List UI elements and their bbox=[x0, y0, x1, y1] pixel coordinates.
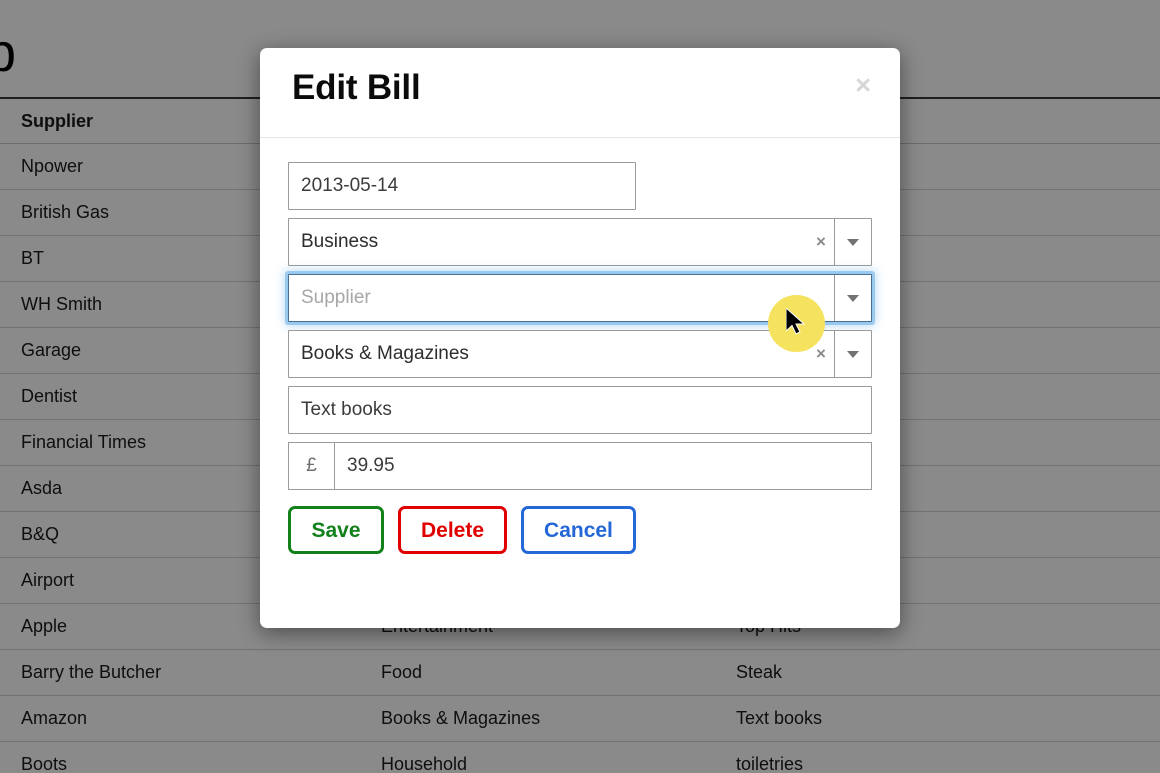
currency-symbol: £ bbox=[289, 443, 335, 489]
category-field-row: Books & Magazines × bbox=[288, 330, 872, 378]
account-field-row: Business × bbox=[288, 218, 872, 266]
cell-description: toiletries bbox=[715, 741, 1160, 773]
supplier-select-value[interactable]: Supplier bbox=[289, 275, 834, 321]
cell-supplier: Amazon bbox=[0, 695, 360, 742]
cell-description: Steak bbox=[715, 649, 1160, 696]
cell-description: Text books bbox=[715, 695, 1160, 742]
modal-actions: Save Delete Cancel bbox=[288, 506, 872, 554]
cell-supplier: Boots bbox=[0, 741, 360, 773]
amount-input[interactable] bbox=[335, 443, 871, 489]
amount-field-row: £ bbox=[288, 442, 872, 490]
account-select-value[interactable]: Business bbox=[289, 219, 808, 265]
screen: p Supplier Category Description NpowerUt… bbox=[0, 0, 1160, 773]
supplier-select[interactable]: Supplier bbox=[288, 274, 872, 322]
cell-category: Household bbox=[360, 741, 715, 773]
account-chevron-down-icon[interactable] bbox=[834, 219, 871, 265]
cell-supplier: Barry the Butcher bbox=[0, 649, 360, 696]
amount-input-group: £ bbox=[288, 442, 872, 490]
table-row[interactable]: Barry the Butcher Food Steak bbox=[0, 649, 1160, 696]
cell-category: Books & Magazines bbox=[360, 695, 715, 742]
table-row[interactable]: Boots Household toiletries bbox=[0, 741, 1160, 773]
date-field-row bbox=[288, 162, 872, 210]
supplier-field-row: Supplier bbox=[288, 274, 872, 322]
category-clear-icon[interactable]: × bbox=[808, 331, 834, 377]
account-clear-icon[interactable]: × bbox=[808, 219, 834, 265]
modal-body: Business × Supplier Books & Magazines × bbox=[260, 138, 900, 554]
description-field-row bbox=[288, 386, 872, 434]
edit-bill-modal: Edit Bill × Business × Supplier bbox=[260, 48, 900, 628]
supplier-chevron-down-icon[interactable] bbox=[834, 275, 871, 321]
table-row[interactable]: Amazon Books & Magazines Text books bbox=[0, 695, 1160, 742]
save-button[interactable]: Save bbox=[288, 506, 384, 554]
category-chevron-down-icon[interactable] bbox=[834, 331, 871, 377]
description-input[interactable] bbox=[288, 386, 872, 434]
modal-title: Edit Bill bbox=[292, 68, 421, 107]
account-select[interactable]: Business × bbox=[288, 218, 872, 266]
cell-category: Food bbox=[360, 649, 715, 696]
delete-button[interactable]: Delete bbox=[398, 506, 508, 554]
modal-header: Edit Bill × bbox=[260, 48, 900, 138]
cancel-button[interactable]: Cancel bbox=[521, 506, 636, 554]
category-select-value[interactable]: Books & Magazines bbox=[289, 331, 808, 377]
category-select[interactable]: Books & Magazines × bbox=[288, 330, 872, 378]
close-icon[interactable]: × bbox=[851, 68, 875, 103]
page-title: p bbox=[0, 23, 17, 83]
date-input[interactable] bbox=[288, 162, 636, 210]
